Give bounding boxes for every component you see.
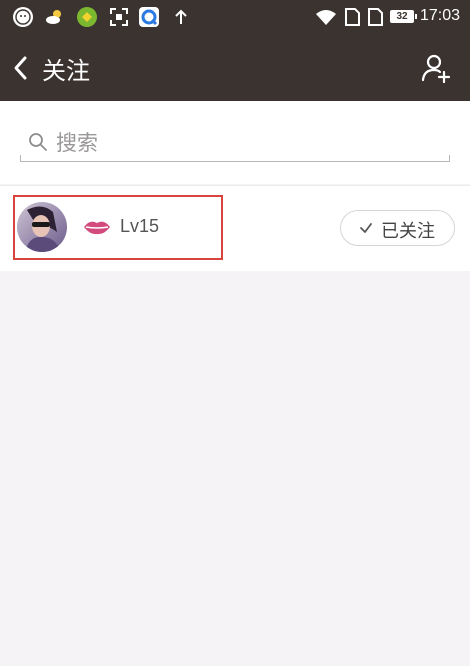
baby-app-icon xyxy=(13,7,33,27)
weather-icon xyxy=(46,10,61,24)
followed-button-label: 已关注 xyxy=(381,221,435,242)
followed-button[interactable]: 已关注 xyxy=(340,210,455,246)
wifi-icon xyxy=(316,10,336,25)
green-app-icon xyxy=(77,7,97,27)
status-bar: 32 17:03 xyxy=(0,0,470,34)
search-area xyxy=(0,101,470,184)
back-button[interactable] xyxy=(10,54,32,82)
search-icon xyxy=(29,133,47,151)
chevron-left-icon xyxy=(14,56,27,80)
avatar[interactable] xyxy=(17,202,67,252)
battery-icon: 32 xyxy=(390,10,417,23)
search-field[interactable] xyxy=(20,121,450,162)
sim1-icon xyxy=(345,8,360,26)
list-item[interactable]: Lv15 已关注 xyxy=(0,185,470,271)
sim2-icon xyxy=(368,8,383,26)
scan-icon xyxy=(110,8,128,26)
user-level: Lv15 xyxy=(120,216,160,236)
search-input[interactable] xyxy=(54,127,438,159)
add-user-button[interactable] xyxy=(420,52,452,84)
lips-icon xyxy=(84,221,110,235)
browser-icon xyxy=(139,7,159,27)
header: 关注 xyxy=(0,34,470,101)
add-user-icon xyxy=(421,54,451,84)
page-title: 关注 xyxy=(42,57,90,85)
status-time: 17:03 xyxy=(419,7,460,24)
check-icon xyxy=(360,223,372,233)
upload-arrow-icon xyxy=(175,9,187,24)
